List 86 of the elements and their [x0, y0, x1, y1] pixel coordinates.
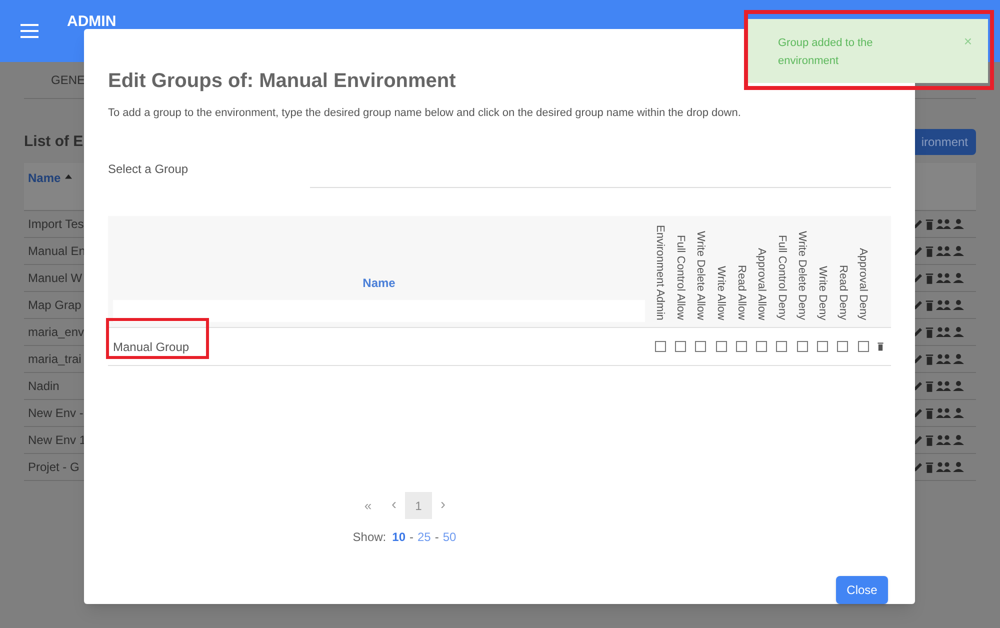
- person-icon[interactable]: [953, 381, 964, 391]
- checkbox[interactable]: [776, 341, 788, 352]
- column-header: Approval Deny: [857, 248, 870, 320]
- column-header: Read Allow: [735, 265, 748, 320]
- trash-icon[interactable]: [925, 408, 934, 418]
- column-header: Write Deny: [816, 266, 829, 320]
- table-cell-text: Projet - G: [28, 459, 80, 476]
- column-header: Full Control Allow: [674, 235, 686, 320]
- checkbox[interactable]: [837, 341, 848, 352]
- table-cell-text: Import Tes: [28, 216, 84, 233]
- column-header: Full Control Deny: [776, 235, 788, 320]
- field-label: Select a Group: [108, 160, 190, 178]
- column-header[interactable]: Name: [28, 169, 61, 187]
- close-button[interactable]: Close: [836, 576, 888, 604]
- trash-icon[interactable]: [925, 272, 934, 284]
- column-header: Environment Admin: [654, 224, 666, 320]
- show-label: Show:: [352, 529, 386, 546]
- trash-icon[interactable]: [925, 380, 934, 392]
- table-cell-text: maria_env: [28, 324, 84, 341]
- column-header: Read Deny: [836, 265, 849, 320]
- checkbox[interactable]: [817, 341, 828, 352]
- person-icon[interactable]: [953, 408, 964, 418]
- dialog-description: To add a group to the environment, type the desired group name below and click on the desired group name within the drop down.: [108, 106, 742, 121]
- separator: -: [410, 529, 414, 546]
- page-size-link[interactable]: 25: [418, 528, 431, 546]
- group-icon[interactable]: [936, 435, 951, 445]
- group-icon[interactable]: [936, 246, 951, 256]
- page-size-link[interactable]: 10: [392, 528, 406, 546]
- checkbox[interactable]: [674, 341, 686, 352]
- trash-icon[interactable]: [925, 462, 934, 472]
- group-icon[interactable]: [936, 381, 951, 391]
- trash-icon[interactable]: [925, 218, 934, 230]
- checkbox[interactable]: [858, 341, 869, 352]
- toast-message: Group added to the environment: [778, 36, 874, 69]
- column-header[interactable]: Name: [113, 274, 645, 292]
- group-icon[interactable]: [936, 327, 951, 337]
- table-cell-text: Manual Group: [112, 338, 190, 356]
- checkbox[interactable]: [756, 341, 768, 352]
- name-filter-field[interactable]: [113, 300, 645, 322]
- group-icon[interactable]: [936, 462, 951, 472]
- group-icon[interactable]: [936, 300, 951, 310]
- table-cell-text: New Env -: [28, 405, 84, 422]
- table-cell-text: Manuel W: [28, 270, 82, 287]
- trash-icon[interactable]: [877, 342, 884, 352]
- column-header: Write Delete Deny: [796, 231, 808, 320]
- separator: -: [434, 529, 439, 546]
- person-icon[interactable]: [953, 246, 964, 256]
- page-size-link[interactable]: 50: [442, 528, 456, 546]
- checkbox[interactable]: [695, 341, 706, 352]
- group-icon[interactable]: [936, 273, 951, 283]
- next-page-button[interactable]: ›: [438, 494, 448, 517]
- trash-icon[interactable]: [925, 246, 934, 256]
- page-heading: List of E: [24, 132, 84, 152]
- checkbox[interactable]: [654, 341, 666, 352]
- menu-icon[interactable]: [20, 24, 39, 38]
- person-icon[interactable]: [953, 300, 964, 310]
- column-header: Write Allow: [715, 266, 728, 320]
- first-page-button[interactable]: «: [361, 496, 375, 516]
- page-button[interactable]: 1: [405, 492, 432, 519]
- trash-icon[interactable]: [925, 434, 934, 446]
- person-icon[interactable]: [953, 354, 964, 364]
- dialog-title: Edit Groups of: Manual Environment: [108, 69, 457, 94]
- person-icon[interactable]: [953, 435, 964, 445]
- checkbox[interactable]: [716, 341, 727, 352]
- person-icon[interactable]: [953, 219, 964, 229]
- table-cell-text: maria_trai: [28, 351, 82, 368]
- trash-icon[interactable]: [925, 300, 934, 310]
- checkbox[interactable]: [736, 341, 747, 352]
- trash-icon[interactable]: [925, 326, 934, 338]
- group-icon[interactable]: [936, 408, 951, 418]
- group-icon[interactable]: [936, 354, 951, 364]
- table-cell-text: Nadin: [28, 378, 60, 395]
- column-header: Approval Allow: [756, 248, 768, 320]
- toast-close-button[interactable]: ×: [964, 34, 972, 48]
- trash-icon[interactable]: [925, 354, 934, 364]
- table-cell-text: Map Grap: [28, 297, 82, 314]
- group-icon[interactable]: [936, 219, 951, 229]
- person-icon[interactable]: [953, 327, 964, 337]
- checkbox[interactable]: [796, 341, 808, 352]
- person-icon[interactable]: [953, 462, 964, 472]
- person-icon[interactable]: [953, 273, 964, 283]
- column-header: Write Delete Allow: [694, 231, 707, 320]
- sort-icon: [64, 174, 72, 179]
- previous-page-button[interactable]: ‹: [389, 494, 399, 517]
- tab[interactable]: GENE: [51, 71, 86, 89]
- app-title: ADMIN: [67, 15, 116, 28]
